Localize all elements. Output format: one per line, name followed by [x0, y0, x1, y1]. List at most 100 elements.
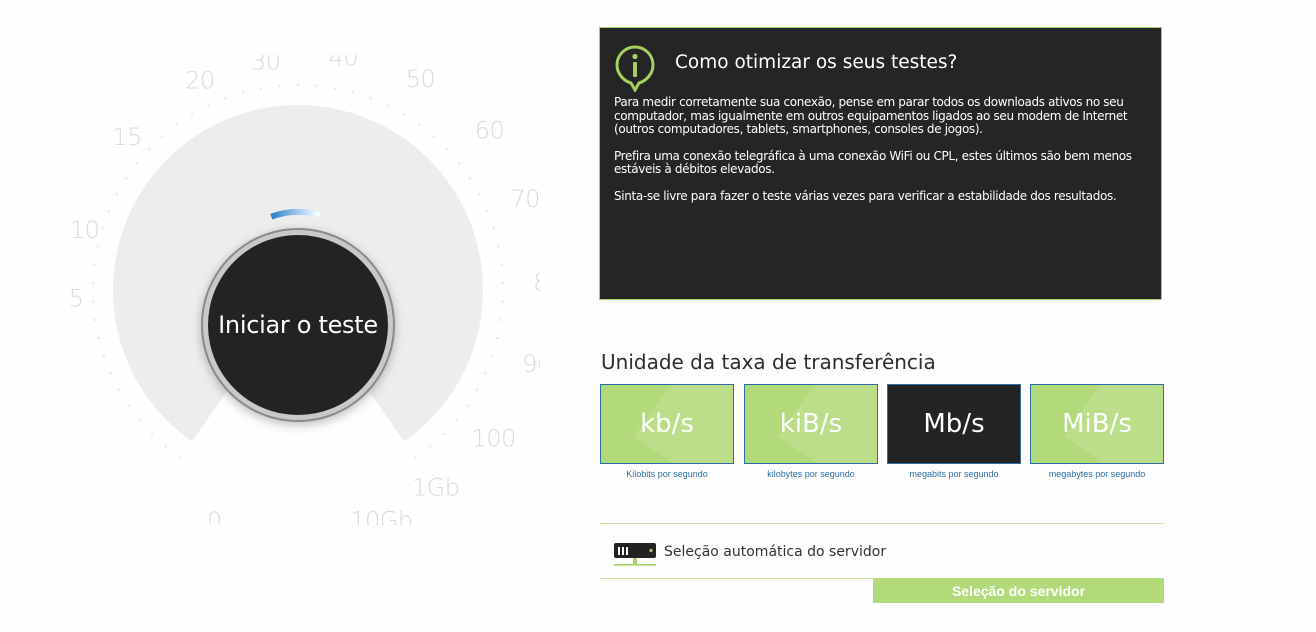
- unit-description: megabits por segundo: [909, 469, 999, 479]
- gauge-tick-mark: [333, 87, 337, 90]
- gauge-tick-label: 15: [112, 123, 142, 151]
- gauge-tick-mark: [161, 135, 164, 138]
- unit-label: kiB/s: [779, 409, 843, 439]
- gauge-tick-mark: [492, 227, 495, 230]
- gauge-tick-mark: [501, 300, 504, 303]
- gauge-tick-label: 1Gb: [412, 474, 460, 502]
- unit-option-mibps[interactable]: MiB/s megabytes por segundo: [1030, 384, 1164, 479]
- gauge-tick-mark: [124, 177, 128, 180]
- unit-option-kbps[interactable]: kb/s Kilobits por segundo: [600, 384, 734, 479]
- gauge-tick-mark: [93, 263, 96, 266]
- gauge-tick-mark: [241, 91, 245, 94]
- tips-paragraph: Para medir corretamente sua conexão, pen…: [614, 95, 1128, 136]
- server-icon: [614, 543, 656, 566]
- gauge-tick-mark: [445, 147, 449, 151]
- gauge-tick-mark: [96, 245, 99, 248]
- gauge-tick-mark: [135, 161, 139, 165]
- tips-paragraph: Sinta-se livre para fazer o teste várias…: [614, 188, 1117, 203]
- gauge-tick-label: 100: [472, 424, 516, 452]
- start-test-label: Iniciar o teste: [218, 311, 378, 339]
- gauge-tick-label: 50: [406, 65, 436, 93]
- tips-title: Como otimizar os seus testes?: [675, 52, 958, 73]
- unit-button[interactable]: MiB/s: [1030, 384, 1164, 464]
- gauge-tick-mark: [475, 388, 479, 391]
- unit-label: kb/s: [640, 409, 694, 439]
- gauge-tick-mark: [418, 123, 421, 126]
- gauge-tick-mark: [484, 371, 487, 375]
- gauge-tick-mark: [496, 336, 499, 340]
- gauge-tick-mark: [296, 83, 300, 87]
- gauge-tick-mark: [468, 177, 472, 180]
- gauge-tick-mark: [92, 300, 95, 303]
- select-server-button[interactable]: Seleção do servidor: [873, 578, 1164, 603]
- gauge-tick-mark: [175, 123, 178, 126]
- gauge-tick-mark: [101, 227, 104, 230]
- gauge-tick-mark: [207, 104, 210, 107]
- speed-gauge: 0 5 10 15 20 30 40 50 60 70 80 90 100 1Gb10Gb Iniciar…: [60, 55, 540, 525]
- gauge-tick-label: 5: [69, 285, 84, 313]
- gauge-tick-mark: [278, 84, 281, 88]
- unit-option-kibps[interactable]: kiB/s kilobytes por segundo: [744, 384, 878, 479]
- gauge-tick-mark: [457, 161, 461, 165]
- gauge-tick-mark: [102, 354, 106, 358]
- gauge-tick-mark: [91, 281, 95, 285]
- gauge-tick-label: 90: [522, 350, 540, 378]
- gauge-tick-mark: [147, 147, 151, 151]
- gauge-tick-label: 20: [185, 67, 215, 95]
- gauge-tick-mark: [478, 193, 481, 196]
- gauge-tick-mark: [107, 209, 111, 213]
- gauge-tick-mark: [497, 245, 500, 248]
- start-test-button[interactable]: Iniciar o teste: [208, 235, 388, 415]
- gauge-tick-mark: [138, 419, 141, 422]
- gauge-tick-mark: [402, 113, 406, 116]
- gauge-tick-mark: [501, 281, 505, 285]
- gauge-tick-mark: [315, 84, 318, 88]
- gauge-tick-mark: [500, 263, 503, 266]
- gauge-tick-mark: [429, 445, 432, 448]
- unit-label: Mb/s: [923, 409, 985, 439]
- tips-panel: Como otimizar os seus testes? Para medir…: [599, 27, 1162, 300]
- gauge-tick-mark: [117, 388, 121, 391]
- unit-button[interactable]: kb/s: [600, 384, 734, 464]
- gauge-tick-mark: [455, 419, 458, 422]
- gauge-tick-mark: [224, 97, 227, 100]
- unit-option-mbps[interactable]: Mb/s megabits por segundo: [887, 384, 1021, 479]
- gauge-tick-mark: [351, 91, 355, 94]
- unit-button[interactable]: Mb/s: [887, 384, 1021, 464]
- server-selection-row: Seleção automática do servidor: [600, 523, 1164, 579]
- gauge-tick-mark: [259, 87, 263, 90]
- gauge-tick-mark: [490, 354, 494, 358]
- gauge-tick-mark: [97, 336, 100, 340]
- gauge-tick-label: 80: [533, 268, 540, 296]
- gauge-tick-mark: [164, 445, 167, 448]
- unit-button[interactable]: kiB/s: [744, 384, 878, 464]
- gauge-tick-mark: [386, 104, 389, 107]
- gauge-tick-mark: [369, 97, 372, 100]
- unit-description: kilobytes por segundo: [767, 469, 855, 479]
- unit-description: megabytes por segundo: [1048, 469, 1146, 479]
- gauge-tick-label: 40: [329, 55, 359, 71]
- gauge-tick-label: 10: [70, 216, 100, 244]
- gauge-tick-mark: [190, 113, 194, 116]
- gauge-tick-mark: [466, 404, 469, 407]
- unit-description: Kilobits por segundo: [626, 469, 708, 479]
- gauge-tick-mark: [442, 432, 446, 436]
- gauge-tick-mark: [485, 209, 489, 213]
- gauge-tick-label: 0: [207, 507, 222, 525]
- tips-paragraph: Prefira uma conexão telegráfica à uma co…: [614, 148, 1132, 176]
- unit-label: MiB/s: [1062, 409, 1132, 439]
- gauge-tick-label: 30: [251, 55, 281, 75]
- info-icon: [615, 45, 655, 92]
- units-title: Unidade da taxa de transferência: [601, 350, 936, 374]
- tips-body: Para medir corretamente sua conexão, pen…: [614, 95, 1157, 216]
- gauge-tick-label: 70: [510, 185, 540, 213]
- gauge-tick-mark: [115, 193, 118, 196]
- gauge-tick-mark: [414, 456, 417, 460]
- gauge-tick-label: 60: [475, 116, 505, 144]
- gauge-tick-mark: [93, 318, 97, 322]
- gauge-tick-mark: [179, 456, 182, 460]
- gauge-tick-mark: [499, 318, 503, 322]
- gauge-tick-mark: [432, 135, 435, 138]
- gauge-tick-label: 10Gb: [350, 506, 412, 525]
- gauge-tick-mark: [127, 404, 130, 407]
